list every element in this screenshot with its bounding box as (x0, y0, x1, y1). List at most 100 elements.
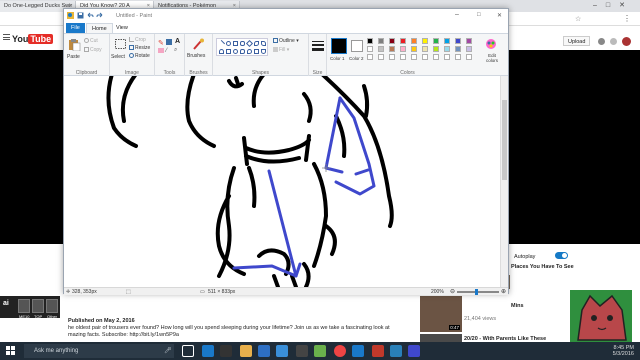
arrow-right-shape-icon[interactable] (226, 49, 231, 54)
star-shape-icon[interactable] (233, 49, 238, 54)
save-icon[interactable] (77, 12, 84, 19)
cut-button[interactable]: Cut (84, 38, 98, 44)
palette-swatch[interactable] (378, 46, 384, 52)
rotate-button[interactable]: Rotate (129, 53, 150, 59)
palette-swatch[interactable] (422, 54, 428, 60)
avatar[interactable] (622, 37, 631, 46)
up-next-title[interactable]: Places You Have To See (511, 264, 574, 270)
cortana-search-box[interactable]: 🎤︎ Ask me anything (24, 344, 174, 358)
cloud-shape-icon[interactable] (261, 49, 266, 54)
task-view-icon[interactable] (182, 345, 194, 357)
upload-button[interactable]: Upload (563, 36, 591, 46)
palette-swatch[interactable] (400, 54, 406, 60)
text-tool-icon[interactable]: A (175, 38, 180, 45)
app-icon[interactable] (408, 345, 420, 357)
palette-swatch[interactable] (444, 54, 450, 60)
select-button[interactable]: Select (111, 54, 125, 60)
palette-swatch[interactable] (433, 54, 439, 60)
scrollbar-thumb[interactable] (502, 100, 507, 180)
arrow-shape-icon[interactable] (219, 49, 224, 54)
video-thumbnail[interactable] (420, 334, 462, 342)
minimize-icon[interactable]: – (455, 11, 459, 18)
paste-button[interactable]: Paste (67, 54, 80, 60)
rounded-rectangle-shape-icon[interactable] (240, 41, 245, 46)
palette-swatch[interactable] (466, 38, 472, 44)
heart-shape-icon[interactable] (247, 49, 252, 54)
brush-icon[interactable] (192, 38, 205, 51)
size-icon[interactable] (312, 40, 324, 52)
palette-swatch[interactable] (444, 46, 450, 52)
app-icon[interactable] (372, 345, 384, 357)
system-tray[interactable]: 8:45 PM 5/3/2016 (613, 345, 634, 357)
palette-swatch[interactable] (455, 46, 461, 52)
microphone-icon[interactable]: 🎤︎ (164, 347, 172, 354)
app-icon[interactable] (296, 345, 308, 357)
line-shape-icon[interactable] (217, 39, 226, 48)
star-icon[interactable]: ☆ (575, 15, 581, 23)
eraser-icon[interactable] (158, 48, 164, 53)
zoom-out-button[interactable]: ⊖ (450, 288, 455, 295)
palette-swatch[interactable] (400, 46, 406, 52)
related-video-title[interactable]: Mins (511, 303, 524, 309)
channel-button[interactable]: TOP (32, 299, 44, 319)
palette-swatch[interactable] (367, 46, 373, 52)
diamond-shape-icon[interactable] (245, 39, 254, 48)
lightning-shape-icon[interactable] (254, 49, 259, 54)
palette-swatch[interactable] (422, 46, 428, 52)
zoom-in-button[interactable]: ⊕ (501, 288, 506, 295)
notifications-icon[interactable] (610, 38, 617, 45)
hp-icon[interactable] (220, 345, 232, 357)
palette-swatch[interactable] (400, 38, 406, 44)
palette-swatch[interactable] (433, 46, 439, 52)
triangle-shape-icon[interactable] (261, 41, 266, 46)
oval-shape-icon[interactable] (226, 41, 231, 46)
palette-swatch[interactable] (389, 38, 395, 44)
zoom-slider[interactable] (457, 291, 499, 293)
palette-swatch[interactable] (444, 38, 450, 44)
redo-icon[interactable] (96, 12, 103, 19)
autoplay-toggle[interactable] (555, 252, 568, 259)
store-icon[interactable] (258, 345, 270, 357)
chrome-icon[interactable] (334, 345, 346, 357)
fill-dropdown[interactable]: Fill ▾ (273, 47, 289, 53)
tab-home[interactable]: Home (86, 23, 113, 33)
palette-swatch[interactable] (433, 38, 439, 44)
palette-swatch[interactable] (466, 46, 472, 52)
copy-button[interactable]: Copy (84, 47, 102, 53)
palette-swatch[interactable] (367, 54, 373, 60)
hamburger-menu-icon[interactable] (3, 34, 10, 40)
drawing-canvas[interactable] (64, 76, 500, 287)
palette-swatch[interactable] (455, 54, 461, 60)
shapes-gallery[interactable] (216, 38, 268, 56)
palette-swatch[interactable] (378, 54, 384, 60)
palette-swatch[interactable] (455, 38, 461, 44)
pencil-icon[interactable]: ✎ (158, 39, 164, 47)
app-icon[interactable] (390, 345, 402, 357)
edit-colors-button[interactable]: Edit colors (484, 53, 500, 63)
fill-bucket-icon[interactable] (166, 39, 172, 45)
apps-icon[interactable] (598, 38, 605, 45)
palette-swatch[interactable] (422, 38, 428, 44)
resize-button[interactable]: Resize (129, 45, 150, 51)
palette-swatch[interactable] (411, 46, 417, 52)
video-thumbnail[interactable]: 0:47 (420, 296, 462, 332)
youtube-logo[interactable]: You Tube (12, 34, 54, 44)
undo-icon[interactable] (87, 12, 94, 19)
palette-swatch[interactable] (411, 54, 417, 60)
file-explorer-icon[interactable] (240, 345, 252, 357)
color1-swatch[interactable] (331, 38, 347, 54)
color2-swatch[interactable] (351, 40, 363, 52)
select-icon[interactable] (114, 38, 127, 51)
brushes-button[interactable]: Brushes (187, 53, 205, 59)
callout-shape-icon[interactable] (240, 49, 245, 54)
paint-taskbar-icon[interactable] (352, 345, 364, 357)
crop-button[interactable]: Crop (129, 37, 146, 43)
menu-dots-icon[interactable]: ⋮ (623, 14, 631, 23)
tab-view[interactable]: View (111, 23, 133, 33)
app-icon[interactable] (314, 345, 326, 357)
palette-swatch[interactable] (367, 38, 373, 44)
edge-icon[interactable] (202, 345, 214, 357)
rectangle-shape-icon[interactable] (233, 41, 238, 46)
tab-file[interactable]: File (66, 23, 85, 33)
close-icon[interactable]: ✕ (497, 12, 502, 19)
